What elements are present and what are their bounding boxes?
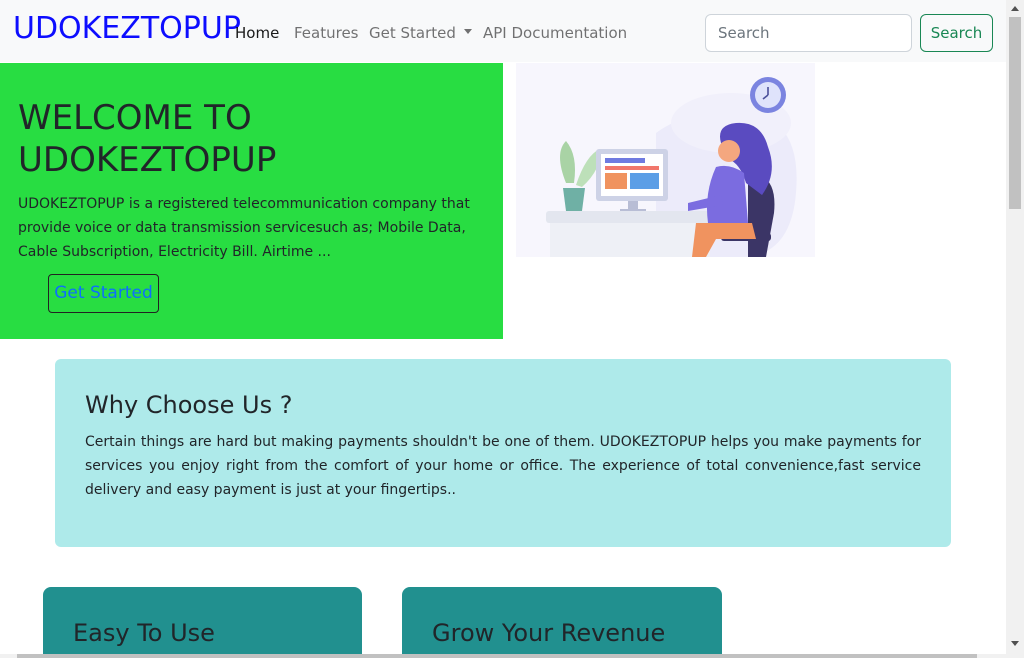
navbar: UDOKEZTOPUP Home Features Get Started AP… [0, 0, 1006, 62]
feature-title: Grow Your Revenue [432, 619, 666, 647]
hero-title: WELCOME TO UDOKEZTOPUP [18, 98, 277, 180]
feature-card-easy-to-use: Easy To Use [43, 587, 362, 654]
nav-link-home[interactable]: Home [235, 24, 279, 42]
horizontal-scroll-thumb[interactable] [17, 654, 977, 658]
horizontal-scrollbar[interactable] [0, 654, 1006, 658]
nav-dropdown-label: Get Started [369, 24, 456, 42]
scroll-up-arrow-icon[interactable] [1011, 6, 1019, 11]
scroll-down-arrow-icon[interactable] [1011, 641, 1019, 646]
vertical-scroll-thumb[interactable] [1009, 17, 1021, 209]
hero-illustration [516, 63, 815, 257]
page: UDOKEZTOPUP Home Features Get Started AP… [0, 0, 1006, 654]
nav-link-features[interactable]: Features [294, 24, 359, 42]
search-input[interactable] [705, 14, 912, 52]
hero-description: UDOKEZTOPUP is a registered telecommunic… [18, 196, 470, 260]
woman-at-computer-illustration [516, 63, 815, 257]
why-choose-us-card: Why Choose Us ? Certain things are hard … [55, 359, 951, 547]
why-choose-us-title: Why Choose Us ? [85, 391, 293, 419]
vertical-scrollbar[interactable] [1006, 0, 1024, 658]
search-button[interactable]: Search [920, 14, 993, 52]
hero-section: WELCOME TO UDOKEZTOPUP UDOKEZTOPUP is a … [0, 63, 503, 339]
nav-dropdown-get-started[interactable]: Get Started [369, 24, 472, 42]
brand-logo-link[interactable]: UDOKEZTOPUP [13, 11, 241, 46]
caret-down-icon [463, 29, 472, 34]
feature-title: Easy To Use [73, 619, 215, 647]
why-choose-us-text: Certain things are hard but making payme… [85, 434, 921, 498]
nav-link-api-documentation[interactable]: API Documentation [483, 24, 627, 42]
feature-card-grow-revenue: Grow Your Revenue [402, 587, 722, 654]
get-started-button[interactable]: Get Started [48, 274, 159, 313]
